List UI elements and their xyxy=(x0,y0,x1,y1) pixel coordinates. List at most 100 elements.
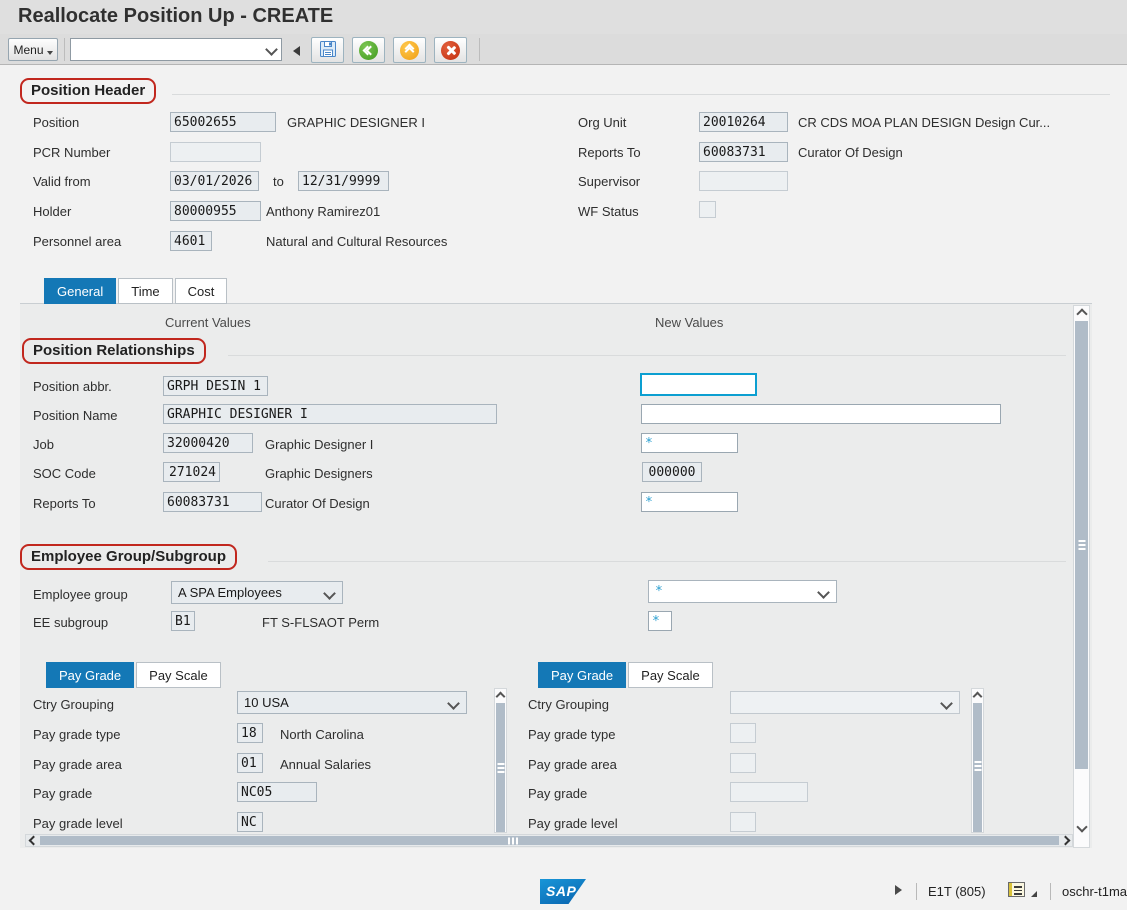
pay-grade-area-field[interactable] xyxy=(237,753,263,773)
back-icon xyxy=(359,41,378,60)
position-abbr-current-field[interactable] xyxy=(163,376,268,396)
scroll-thumb[interactable] xyxy=(973,703,982,832)
exit-icon xyxy=(400,41,419,60)
status-session-icon[interactable] xyxy=(1008,882,1025,897)
pay-grade-field[interactable] xyxy=(237,782,317,802)
pay-grade-level-new-label: Pay grade level xyxy=(528,816,618,831)
position-abbr-new-field[interactable] xyxy=(640,373,757,396)
ctry-grouping-new-select[interactable] xyxy=(730,691,960,714)
tab-time[interactable]: Time xyxy=(118,278,172,304)
reports-to-field[interactable] xyxy=(699,142,788,162)
job-current-field[interactable] xyxy=(163,433,253,453)
position-name-current-field[interactable] xyxy=(163,404,497,424)
position-field[interactable] xyxy=(170,112,276,132)
ctry-grouping-select[interactable]: 10 USA xyxy=(237,691,467,714)
scroll-right-icon[interactable] xyxy=(1059,835,1071,846)
scroll-thumb[interactable] xyxy=(40,836,1059,845)
pay-grade-type-new-label: Pay grade type xyxy=(528,727,615,742)
status-menu-caret-icon[interactable] xyxy=(1031,891,1037,897)
position-name-new-field[interactable] xyxy=(641,404,1001,424)
command-input[interactable] xyxy=(74,41,256,60)
sap-logo: SAP xyxy=(540,879,586,904)
wf-status-field[interactable] xyxy=(699,201,716,218)
personnel-area-desc: Natural and Cultural Resources xyxy=(266,234,447,249)
pay-grade-type-field[interactable] xyxy=(237,723,263,743)
status-expand-icon[interactable] xyxy=(895,885,902,895)
main-vertical-scrollbar[interactable] xyxy=(1073,305,1090,848)
scroll-up-icon[interactable] xyxy=(495,691,506,701)
valid-from-field[interactable] xyxy=(170,171,259,191)
personnel-area-field[interactable] xyxy=(170,231,212,251)
status-host-name: oschr-t1map01 xyxy=(1062,884,1127,899)
valid-to-field[interactable] xyxy=(298,171,389,191)
tab-pay-scale-new[interactable]: Pay Scale xyxy=(628,662,713,688)
job-new-field[interactable] xyxy=(641,433,738,453)
ee-subgroup-current-field[interactable] xyxy=(171,611,195,631)
pay-grade-level-new-field[interactable] xyxy=(730,812,756,832)
pay-grade-type-label: Pay grade type xyxy=(33,727,120,742)
pay-new-tabstrip: Pay Grade Pay Scale xyxy=(538,662,713,688)
position-name-label: Position Name xyxy=(33,408,118,423)
pay-grade-level-field[interactable] xyxy=(237,812,263,832)
save-icon xyxy=(318,39,338,62)
employee-group-label: Employee group xyxy=(33,587,128,602)
scroll-down-icon[interactable] xyxy=(1074,822,1089,832)
main-tabstrip: General Time Cost xyxy=(44,278,227,304)
reports-to-label: Reports To xyxy=(578,145,641,160)
ctry-grouping-label: Ctry Grouping xyxy=(33,697,114,712)
ee-subgroup-new-field[interactable] xyxy=(648,611,672,631)
command-combobox[interactable] xyxy=(70,38,282,61)
status-system-id: E1T (805) xyxy=(928,884,986,899)
rel-reports-to-new-field[interactable] xyxy=(641,492,738,512)
tab-general[interactable]: General xyxy=(44,278,116,304)
pay-grade-type-new-field[interactable] xyxy=(730,723,756,743)
back-button[interactable] xyxy=(352,37,385,63)
collapse-left-icon[interactable] xyxy=(293,46,300,56)
personnel-area-label: Personnel area xyxy=(33,234,121,249)
supervisor-label: Supervisor xyxy=(578,174,640,189)
scroll-thumb[interactable] xyxy=(496,703,505,832)
horizontal-scrollbar[interactable] xyxy=(25,834,1073,847)
sap-webgui-window: Reallocate Position Up - CREATE Menu xyxy=(0,0,1127,910)
current-values-header: Current Values xyxy=(165,315,251,330)
holder-field[interactable] xyxy=(170,201,261,221)
pcr-number-field[interactable] xyxy=(170,142,261,162)
pay-grade-area-new-label: Pay grade area xyxy=(528,757,617,772)
tab-pay-grade-new[interactable]: Pay Grade xyxy=(538,662,626,688)
pay-grade-new-field[interactable] xyxy=(730,782,808,802)
pcr-number-label: PCR Number xyxy=(33,145,110,160)
pay-current-tabstrip: Pay Grade Pay Scale xyxy=(46,662,221,688)
soc-code-new-field[interactable] xyxy=(642,462,702,482)
menu-button[interactable]: Menu xyxy=(8,38,58,61)
org-unit-desc: CR CDS MOA PLAN DESIGN Design Cur... xyxy=(798,115,1050,130)
supervisor-field[interactable] xyxy=(699,171,788,191)
chevron-down-icon[interactable] xyxy=(265,43,278,56)
pay-grade-area-new-field[interactable] xyxy=(730,753,756,773)
pay-current-vertical-scrollbar[interactable] xyxy=(494,688,507,833)
rel-reports-to-label: Reports To xyxy=(33,496,96,511)
holder-desc: Anthony Ramirez01 xyxy=(266,204,380,219)
rel-reports-to-current-field[interactable] xyxy=(163,492,262,512)
org-unit-field[interactable] xyxy=(699,112,788,132)
cancel-icon xyxy=(441,41,460,60)
cancel-button[interactable] xyxy=(434,37,467,63)
tab-pay-grade-current[interactable]: Pay Grade xyxy=(46,662,134,688)
position-abbr-label: Position abbr. xyxy=(33,379,112,394)
pay-new-vertical-scrollbar[interactable] xyxy=(971,688,984,833)
scroll-up-icon[interactable] xyxy=(1074,309,1089,319)
chevron-down-icon xyxy=(817,586,830,599)
tab-cost[interactable]: Cost xyxy=(175,278,228,304)
soc-code-current-field[interactable] xyxy=(163,462,220,482)
pay-grade-area-desc: Annual Salaries xyxy=(280,757,371,772)
employee-group-new-select[interactable]: * xyxy=(648,580,837,603)
tab-pay-scale-current[interactable]: Pay Scale xyxy=(136,662,221,688)
exit-button[interactable] xyxy=(393,37,426,63)
scroll-left-icon[interactable] xyxy=(27,835,39,846)
scroll-thumb[interactable] xyxy=(1075,321,1088,769)
menu-caret-icon xyxy=(47,51,53,55)
page-title: Reallocate Position Up - CREATE xyxy=(18,5,333,28)
scroll-up-icon[interactable] xyxy=(972,691,983,701)
employee-group-select[interactable]: A SPA Employees xyxy=(171,581,343,604)
save-button[interactable] xyxy=(311,37,344,63)
chevron-down-icon xyxy=(323,587,336,600)
